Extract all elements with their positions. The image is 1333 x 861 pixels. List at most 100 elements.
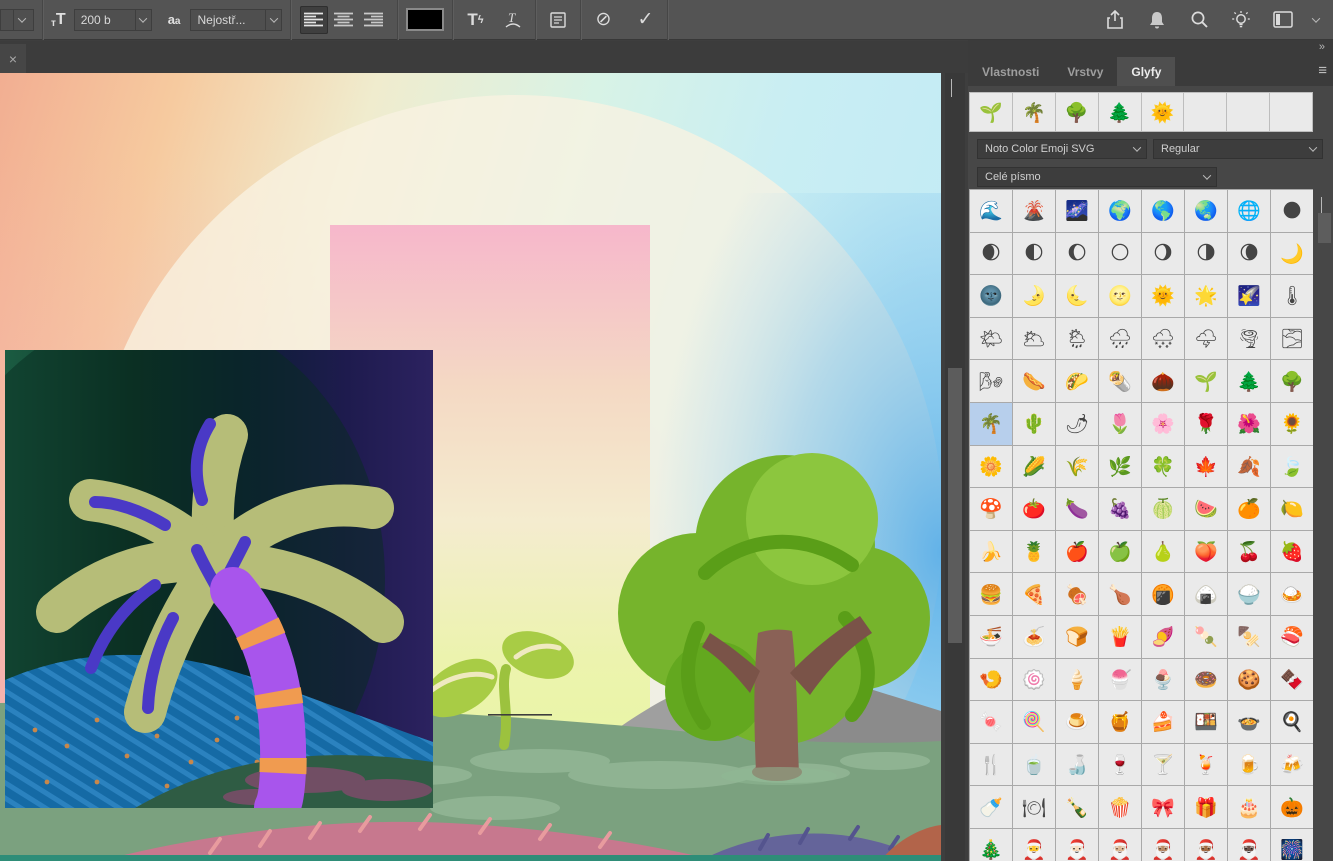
glyph-cell[interactable]: 🍒: [1228, 531, 1270, 573]
discover-lightbulb-icon[interactable]: [1229, 6, 1253, 34]
anti-alias-select[interactable]: Nejostř...: [190, 9, 282, 31]
expand-panels-icon[interactable]: »: [1319, 41, 1325, 53]
glyph-cell[interactable]: 🌭: [1013, 360, 1055, 402]
glyph-cell[interactable]: 🍇: [1099, 488, 1141, 530]
glyph-cell[interactable]: 🍉: [1185, 488, 1227, 530]
glyph-cell[interactable]: 🍌: [970, 531, 1012, 573]
glyph-cell[interactable]: 🌡: [1271, 275, 1313, 317]
glyph-cell[interactable]: 🌓: [1013, 233, 1055, 275]
glyph-cell[interactable]: 🌯: [1099, 360, 1141, 402]
glyph-cell[interactable]: 🌠: [1228, 275, 1270, 317]
glyph-cell[interactable]: 🍤: [970, 659, 1012, 701]
panel-menu-icon[interactable]: ≡: [1318, 62, 1327, 79]
glyph-cell[interactable]: 🍃: [1271, 446, 1313, 488]
glyph-cell[interactable]: 🍯: [1099, 701, 1141, 743]
glyph-cell[interactable]: 🍁: [1185, 446, 1227, 488]
text-color-swatch[interactable]: [406, 8, 444, 31]
glyph-cell[interactable]: 🍑: [1185, 531, 1227, 573]
glyph-cell[interactable]: 🌛: [1013, 275, 1055, 317]
glyph-cell[interactable]: 🍪: [1228, 659, 1270, 701]
glyph-cell[interactable]: 🍲: [1228, 701, 1270, 743]
glyph-cell[interactable]: 🎅🏾: [1185, 829, 1227, 861]
glyph-cell[interactable]: 🌨: [1142, 318, 1184, 360]
glyph-cell[interactable]: 🎅🏿: [1228, 829, 1270, 861]
glyph-cell[interactable]: 🍟: [1099, 616, 1141, 658]
glyph-cell[interactable]: 🍹: [1185, 744, 1227, 786]
recent-glyph-cell[interactable]: 🌴: [1013, 93, 1055, 131]
glyph-cell[interactable]: 🌹: [1185, 403, 1227, 445]
glyph-cell[interactable]: 🍫: [1271, 659, 1313, 701]
recent-glyph-cell[interactable]: [1227, 93, 1269, 131]
glyph-cell[interactable]: 🍾: [1056, 786, 1098, 828]
glyph-cell[interactable]: 🍽: [1013, 786, 1055, 828]
glyph-range-select[interactable]: Celé písmo: [977, 167, 1217, 187]
glyph-cell[interactable]: 🍡: [1185, 616, 1227, 658]
glyph-cell[interactable]: 🍩: [1185, 659, 1227, 701]
glyph-cell[interactable]: 🍎: [1056, 531, 1098, 573]
glyph-cell[interactable]: 🍼: [970, 786, 1012, 828]
glyph-cell[interactable]: 🌲: [1228, 360, 1270, 402]
glyph-cell[interactable]: 🍜: [970, 616, 1012, 658]
glyph-cell[interactable]: 🌋: [1013, 190, 1055, 232]
glyph-cell[interactable]: 🍮: [1056, 701, 1098, 743]
glyph-cell[interactable]: 🍈: [1142, 488, 1184, 530]
glyph-cell[interactable]: 🌎: [1142, 190, 1184, 232]
scrollbar-thumb[interactable]: [1318, 213, 1331, 243]
glyph-cell[interactable]: 🎀: [1142, 786, 1184, 828]
glyph-cell[interactable]: 🍢: [1228, 616, 1270, 658]
glyph-cell[interactable]: 🌊: [970, 190, 1012, 232]
glyph-cell[interactable]: 🌔: [1056, 233, 1098, 275]
glyph-cell[interactable]: 🎆: [1271, 829, 1313, 861]
glyph-cell[interactable]: 🍰: [1142, 701, 1184, 743]
glyph-cell[interactable]: 🍚: [1228, 573, 1270, 615]
notifications-bell-icon[interactable]: [1145, 6, 1169, 34]
recent-glyph-cell[interactable]: 🌞: [1142, 93, 1184, 131]
glyph-cell[interactable]: 🍍: [1013, 531, 1055, 573]
glyph-cell[interactable]: 🌞: [1142, 275, 1184, 317]
glyph-cell[interactable]: 🍴: [970, 744, 1012, 786]
glyph-cell[interactable]: 🍊: [1228, 488, 1270, 530]
glyph-cell[interactable]: 🌻: [1271, 403, 1313, 445]
chevron-down-icon[interactable]: [1312, 14, 1320, 22]
tab-vlastnosti[interactable]: Vlastnosti: [968, 57, 1053, 86]
glyph-cell[interactable]: 🍕: [1013, 573, 1055, 615]
glyph-cell[interactable]: 🍨: [1142, 659, 1184, 701]
font-family-select[interactable]: Noto Color Emoji SVG: [977, 139, 1147, 159]
glyph-cell[interactable]: 🍘: [1142, 573, 1184, 615]
glyph-cell[interactable]: 🍄: [970, 488, 1012, 530]
glyph-cell[interactable]: 🌤: [970, 318, 1012, 360]
share-icon[interactable]: [1103, 6, 1127, 34]
glyph-cell[interactable]: 🍳: [1271, 701, 1313, 743]
glyph-cell[interactable]: 🌬: [970, 360, 1012, 402]
glyph-cell[interactable]: 🌫: [1271, 318, 1313, 360]
glyph-cell[interactable]: 🌌: [1056, 190, 1098, 232]
glyph-cell[interactable]: 🍋: [1271, 488, 1313, 530]
glyph-cell[interactable]: 🌾: [1056, 446, 1098, 488]
font-style-select[interactable]: Regular: [1153, 139, 1323, 159]
glyph-cell[interactable]: 🌚: [970, 275, 1012, 317]
glyph-cell[interactable]: 🍵: [1013, 744, 1055, 786]
glyph-cell[interactable]: 🌼: [970, 446, 1012, 488]
glyph-cell[interactable]: 🌩: [1185, 318, 1227, 360]
glyph-cell[interactable]: 🎅🏻: [1056, 829, 1098, 861]
search-icon[interactable]: [1187, 6, 1211, 34]
glyph-cell[interactable]: 🍱: [1185, 701, 1227, 743]
glyph-cell[interactable]: 🎅🏼: [1099, 829, 1141, 861]
glyph-cell[interactable]: 🎁: [1185, 786, 1227, 828]
glyph-cell[interactable]: 🌪: [1228, 318, 1270, 360]
glyph-cell[interactable]: 🍧: [1099, 659, 1141, 701]
glyph-cell[interactable]: 🎄: [970, 829, 1012, 861]
glyph-cell[interactable]: 🍣: [1271, 616, 1313, 658]
glyph-cell[interactable]: 🌮: [1056, 360, 1098, 402]
glyph-cell[interactable]: 🌶: [1056, 403, 1098, 445]
glyph-cell[interactable]: 🌘: [1228, 233, 1270, 275]
commit-edit-button[interactable]: ✓: [631, 6, 659, 34]
scroll-up-icon[interactable]: [951, 79, 952, 97]
font-size-select[interactable]: 200 b: [74, 9, 152, 31]
workspace-switcher-icon[interactable]: [1271, 6, 1295, 34]
glyph-cell[interactable]: 🌖: [1142, 233, 1184, 275]
glyph-cell[interactable]: 🌺: [1228, 403, 1270, 445]
glyph-cell[interactable]: 🌏: [1185, 190, 1227, 232]
glyph-cell[interactable]: 🍝: [1013, 616, 1055, 658]
glyph-cell[interactable]: 🌝: [1099, 275, 1141, 317]
